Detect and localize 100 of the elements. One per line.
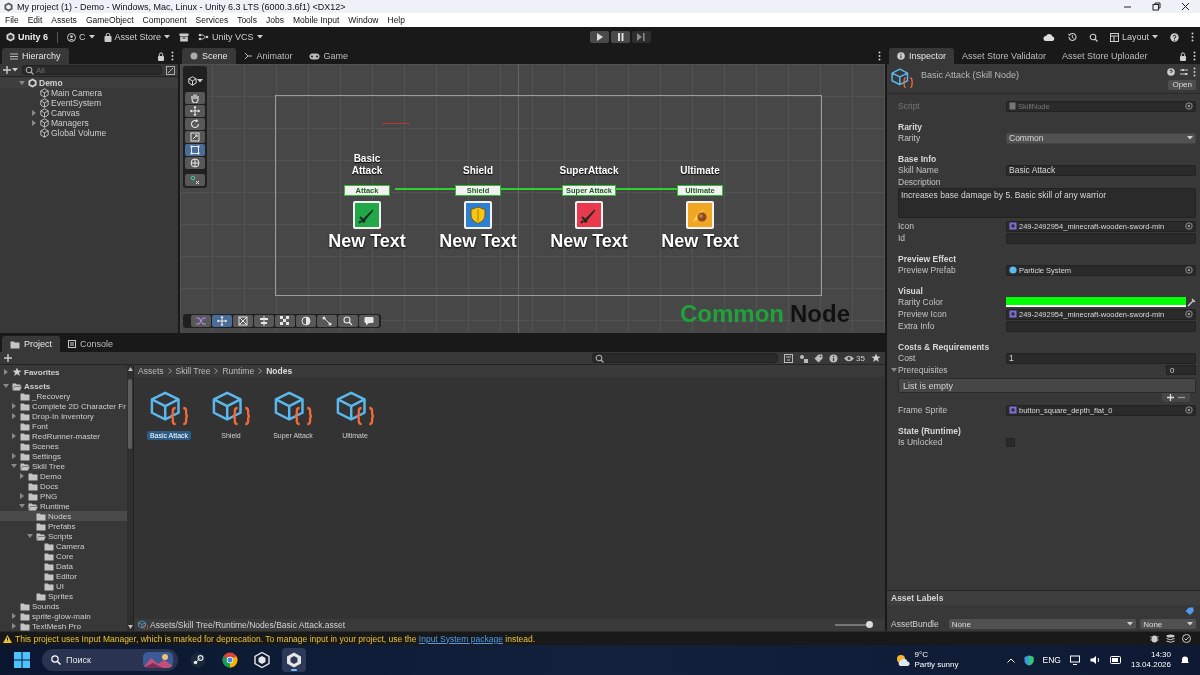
play-button[interactable] — [589, 31, 609, 43]
product-button[interactable]: Unity 6 — [6, 32, 48, 42]
dropdown[interactable]: None — [1140, 619, 1196, 629]
folder-item[interactable]: Runtime — [0, 501, 127, 511]
expand-arrow-icon[interactable] — [11, 453, 17, 459]
inspector-tab[interactable]: Inspector — [889, 48, 955, 64]
game-tab[interactable]: Game — [300, 48, 357, 64]
menu-item[interactable]: Component — [142, 15, 187, 25]
expand-arrow-icon[interactable] — [891, 367, 897, 373]
type-filter-icon[interactable] — [799, 353, 809, 363]
folder-item[interactable]: Core — [0, 551, 127, 561]
more-icon[interactable] — [1191, 32, 1194, 42]
expand-arrow-icon[interactable] — [11, 623, 17, 629]
tool-button[interactable] — [185, 144, 205, 156]
expand-arrow-icon[interactable] — [31, 110, 37, 116]
expand-arrow-icon[interactable] — [11, 403, 17, 409]
filter-icon[interactable] — [784, 353, 794, 363]
step-button[interactable] — [631, 31, 651, 43]
help-icon[interactable] — [1167, 68, 1175, 76]
remove-item-button[interactable] — [1178, 394, 1185, 401]
overlay-button[interactable] — [212, 315, 232, 327]
more-icon[interactable] — [171, 51, 174, 61]
console-tab[interactable]: Console — [60, 336, 122, 352]
hierarchy-item[interactable]: Global Volume — [0, 128, 178, 138]
breadcrumb-link[interactable]: Nodes — [266, 366, 293, 376]
info-icon[interactable] — [829, 353, 839, 363]
hierarchy-item[interactable]: Managers — [0, 118, 178, 128]
help-icon[interactable] — [1170, 32, 1179, 42]
tool-button[interactable] — [185, 131, 205, 143]
folder-item[interactable]: Assets — [0, 381, 127, 391]
dropdown[interactable]: Common — [1006, 132, 1196, 144]
folder-item[interactable]: Skill Tree — [0, 461, 127, 471]
menu-item[interactable]: Edit — [27, 15, 43, 25]
object-picker-icon[interactable] — [1185, 222, 1193, 230]
expand-arrow-icon[interactable] — [3, 369, 9, 375]
list-field[interactable]: List is empty — [898, 378, 1196, 393]
skill-tile[interactable] — [686, 201, 714, 229]
folder-item[interactable]: Settings — [0, 451, 127, 461]
search-field[interactable]: All — [22, 65, 162, 75]
object-picker-icon[interactable] — [1185, 406, 1193, 414]
archive-icon[interactable] — [179, 32, 190, 42]
open-button[interactable]: Open — [1168, 80, 1196, 90]
skill-tile[interactable] — [464, 201, 492, 229]
overlay-button[interactable] — [191, 315, 211, 327]
color-field[interactable] — [1006, 297, 1186, 307]
expand-arrow-icon[interactable] — [27, 533, 33, 539]
stack-icon[interactable] — [1166, 634, 1175, 643]
tool-button[interactable] — [185, 174, 205, 186]
text-area[interactable]: Increases base damage by 5. Basic skill of any warrior — [898, 188, 1196, 218]
chevron-up-icon[interactable] — [1006, 657, 1015, 663]
menu-item[interactable]: Services — [195, 15, 229, 25]
restore-icon[interactable] — [1152, 2, 1161, 11]
expand-arrow-icon[interactable] — [19, 503, 25, 509]
folder-item[interactable]: Drop-In Inventory — [0, 411, 127, 421]
dropdown[interactable]: None — [948, 619, 1137, 629]
add-item-button[interactable] — [1167, 394, 1174, 401]
menu-item[interactable]: File — [5, 15, 19, 25]
view-options-button[interactable] — [185, 75, 205, 87]
count-field[interactable]: 0 — [1166, 365, 1196, 375]
layout-button[interactable]: Layout — [1109, 32, 1158, 42]
favorites-item[interactable]: Favorites — [0, 367, 127, 377]
folder-item[interactable]: _Recovery — [0, 391, 127, 401]
folder-item[interactable]: Complete 2D Character Fr — [0, 401, 127, 411]
cloud-icon[interactable] — [1042, 33, 1055, 41]
folder-item[interactable]: Nodes — [0, 511, 127, 521]
security-icon[interactable] — [1023, 654, 1034, 666]
menu-item[interactable]: Jobs — [266, 15, 284, 25]
scene-filter-icon[interactable] — [166, 65, 175, 75]
expand-arrow-icon[interactable] — [19, 80, 25, 86]
folder-item[interactable]: Sprites — [0, 591, 127, 601]
version-control-button[interactable]: Unity VCS — [198, 32, 263, 42]
menu-item[interactable]: Assets — [51, 15, 77, 25]
taskbar-app[interactable] — [282, 648, 306, 672]
object-picker-icon[interactable] — [1185, 310, 1193, 318]
folder-item[interactable]: Font — [0, 421, 127, 431]
pause-button[interactable] — [610, 31, 630, 43]
expand-arrow-icon[interactable] — [19, 493, 25, 499]
menu-item[interactable]: Window — [348, 15, 379, 25]
breadcrumb-link[interactable]: Assets — [138, 366, 164, 376]
search-field[interactable] — [592, 353, 779, 363]
expand-arrow-icon[interactable] — [31, 120, 37, 126]
menu-item[interactable]: GameObject — [85, 15, 134, 25]
eye-icon[interactable] — [844, 354, 855, 362]
asset-store-button[interactable]: Asset Store — [103, 32, 171, 42]
overlay-button[interactable] — [233, 315, 253, 327]
label-icon[interactable] — [814, 353, 824, 363]
overlay-button[interactable] — [359, 315, 379, 327]
zoom-slider-thumb[interactable] — [866, 621, 874, 628]
text-field[interactable]: Basic Attack — [1006, 164, 1196, 176]
breadcrumb-link[interactable]: Skill Tree — [175, 366, 211, 376]
folder-item[interactable]: Scripts — [0, 531, 127, 541]
scrollbar[interactable] — [127, 365, 133, 631]
close-icon[interactable] — [1181, 2, 1190, 11]
search-icon[interactable] — [1088, 32, 1098, 42]
account-button[interactable]: C — [67, 32, 95, 42]
folder-item[interactable]: Sounds — [0, 601, 127, 611]
folder-item[interactable]: Prefabs — [0, 521, 127, 531]
inspector-tab[interactable]: Asset Store Uploader — [1053, 48, 1156, 64]
language-indicator[interactable]: ENG — [1042, 655, 1061, 665]
overlay-button[interactable] — [317, 315, 337, 327]
